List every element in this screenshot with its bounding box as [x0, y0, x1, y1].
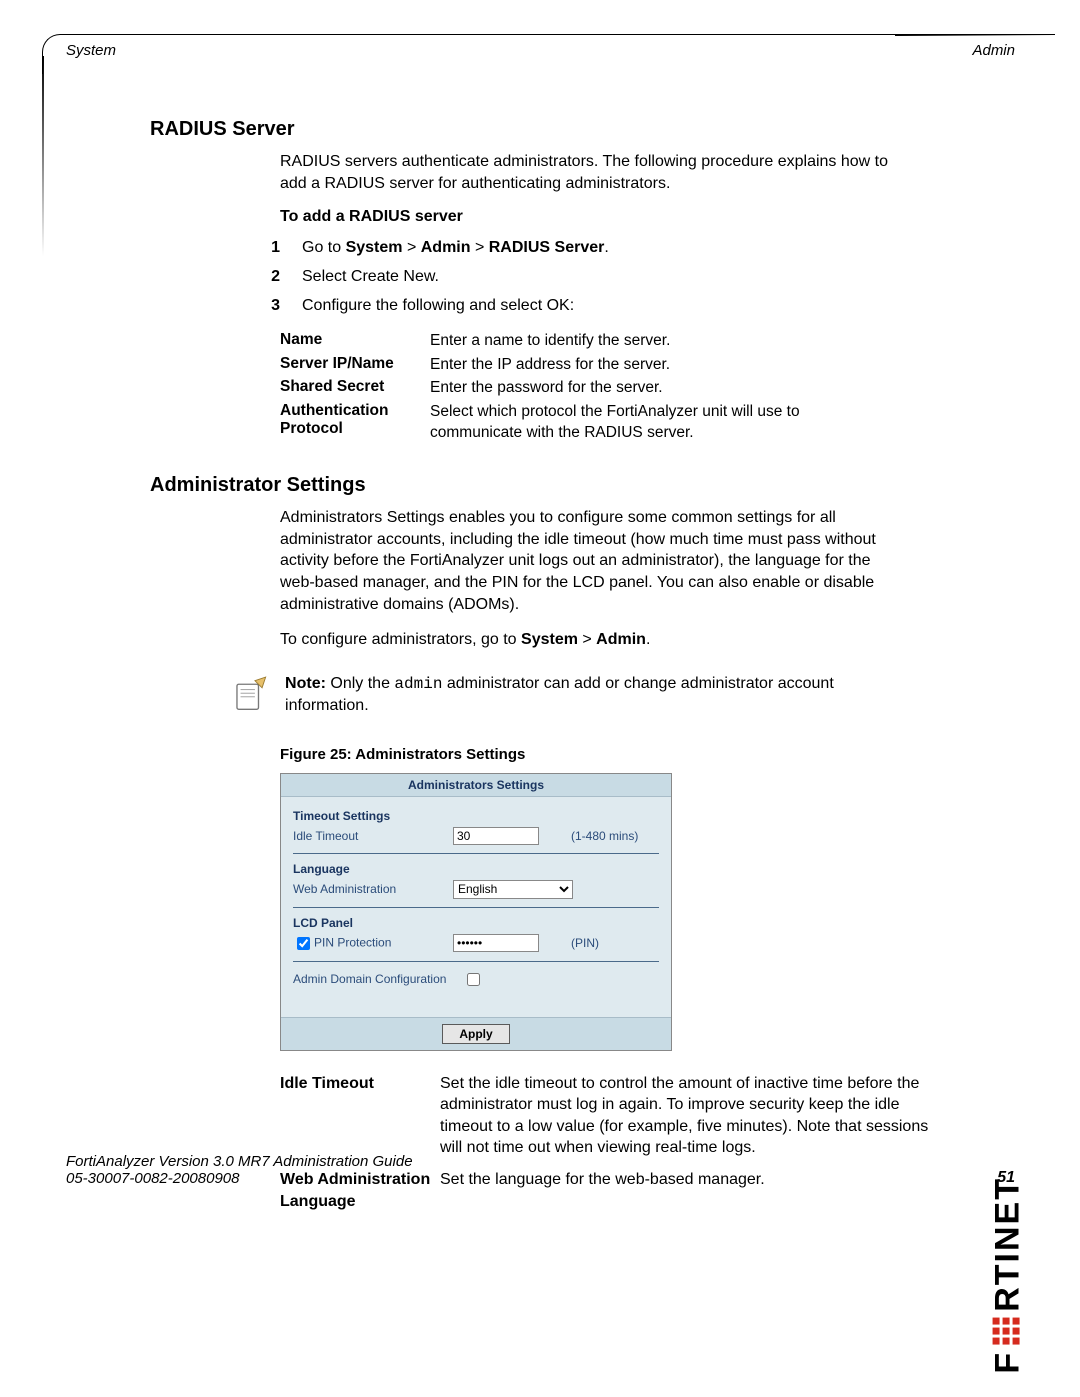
note-pre: Only the: [326, 675, 394, 692]
def-label: Name: [280, 331, 430, 352]
step-1-post: .: [604, 239, 608, 256]
step-1-pre: Go to: [302, 239, 346, 256]
note-text: Note: Only the admin administrator can a…: [285, 673, 908, 718]
step-number: 1: [260, 236, 280, 261]
def-label: Authentication Protocol: [280, 402, 430, 444]
divider: [293, 961, 659, 962]
web-admin-language-select[interactable]: English: [453, 880, 573, 899]
note-code: admin: [394, 675, 442, 693]
post-def-desc: Set the idle timeout to control the amou…: [440, 1073, 940, 1159]
admin-settings-para2: To configure administrators, go to Syste…: [280, 629, 900, 651]
def-row: Server IP/Name Enter the IP address for …: [280, 355, 890, 376]
left-rule-fade: [42, 56, 44, 256]
step-2: 2 Select Create New.: [260, 265, 930, 290]
timeout-section-label: Timeout Settings: [293, 809, 659, 823]
def-row: Name Enter a name to identify the server…: [280, 331, 890, 352]
radius-heading: RADIUS Server: [150, 118, 930, 141]
language-section-label: Language: [293, 862, 659, 876]
note-prefix: Note:: [285, 675, 326, 692]
brand-post: RTINET: [989, 1177, 1028, 1312]
screenshot-footer: Apply: [281, 1017, 671, 1050]
header-right: Admin: [972, 42, 1015, 59]
pin-protection-checkbox[interactable]: [297, 937, 310, 950]
screenshot-title: Administrators Settings: [281, 774, 671, 797]
fortinet-grid-icon: [993, 1318, 1020, 1345]
def-label: Shared Secret: [280, 378, 430, 399]
post-def-label: Idle Timeout: [280, 1073, 440, 1159]
idle-timeout-row: Idle Timeout (1-480 mins): [293, 827, 659, 845]
pin-protection-label: PIN Protection: [293, 934, 453, 953]
admin-p2-bold1: System: [521, 631, 578, 648]
divider: [293, 907, 659, 908]
radius-definitions: Name Enter a name to identify the server…: [280, 331, 890, 445]
def-label: Server IP/Name: [280, 355, 430, 376]
fortinet-logo: F RTINET: [989, 1177, 1028, 1374]
admin-settings-para1: Administrators Settings enables you to c…: [280, 507, 900, 615]
idle-timeout-hint: (1-480 mins): [571, 829, 638, 843]
screenshot-body: Timeout Settings Idle Timeout (1-480 min…: [281, 797, 671, 1017]
post-defs: Idle Timeout Set the idle timeout to con…: [280, 1073, 940, 1213]
adom-label: Admin Domain Configuration: [293, 972, 463, 986]
header-rule: [42, 34, 1055, 74]
pin-protection-row: PIN Protection (PIN): [293, 934, 659, 953]
admin-p2-bold2: Admin: [596, 631, 646, 648]
radius-intro: RADIUS servers authenticate administrato…: [280, 151, 900, 194]
brand-pre: F: [989, 1351, 1028, 1374]
web-admin-label: Web Administration: [293, 882, 453, 896]
idle-timeout-input[interactable]: [453, 827, 539, 845]
step-text: Select Create New.: [302, 265, 930, 290]
radius-steps: 1 Go to System > Admin > RADIUS Server. …: [260, 236, 930, 318]
def-row: Authentication Protocol Select which pro…: [280, 402, 890, 444]
admin-settings-heading: Administrator Settings: [150, 474, 930, 497]
divider: [293, 853, 659, 854]
admin-p2-sep: >: [578, 631, 596, 648]
page-number: 51: [997, 1169, 1015, 1187]
header-left: System: [66, 42, 116, 59]
pin-protection-text: PIN Protection: [314, 935, 391, 949]
step-number: 2: [260, 265, 280, 290]
admin-p2-post: .: [646, 631, 650, 648]
step-1-path-1: Admin: [421, 239, 471, 256]
header-rule-fade: [895, 34, 1055, 36]
def-desc: Enter a name to identify the server.: [430, 331, 890, 352]
step-1: 1 Go to System > Admin > RADIUS Server.: [260, 236, 930, 261]
adom-checkbox[interactable]: [467, 973, 480, 986]
def-row: Shared Secret Enter the password for the…: [280, 378, 890, 399]
page-content: RADIUS Server RADIUS servers authenticat…: [150, 100, 930, 1222]
def-desc: Enter the IP address for the server.: [430, 355, 890, 376]
step-1-path-0: System: [346, 239, 403, 256]
note-icon: [228, 673, 271, 717]
note-block: Note: Only the admin administrator can a…: [228, 673, 908, 718]
web-admin-row: Web Administration English: [293, 880, 659, 899]
step-1-path-2: RADIUS Server: [489, 239, 605, 256]
lcd-section-label: LCD Panel: [293, 916, 659, 930]
footer: FortiAnalyzer Version 3.0 MR7 Administra…: [66, 1153, 1015, 1187]
radius-subheading: To add a RADIUS server: [280, 208, 900, 226]
pin-input[interactable]: [453, 934, 539, 952]
admin-p2-pre: To configure administrators, go to: [280, 631, 521, 648]
step-number: 3: [260, 294, 280, 319]
step-text: Configure the following and select OK:: [302, 294, 930, 319]
def-desc: Select which protocol the FortiAnalyzer …: [430, 402, 890, 444]
step-text: Go to System > Admin > RADIUS Server.: [302, 236, 930, 261]
post-def-row: Idle Timeout Set the idle timeout to con…: [280, 1073, 940, 1159]
def-desc: Enter the password for the server.: [430, 378, 890, 399]
figure-caption: Figure 25: Administrators Settings: [280, 746, 930, 763]
footer-title: FortiAnalyzer Version 3.0 MR7 Administra…: [66, 1153, 1015, 1170]
page: System Admin RADIUS Server RADIUS server…: [0, 0, 1080, 1397]
idle-timeout-label: Idle Timeout: [293, 829, 453, 843]
apply-button[interactable]: Apply: [442, 1024, 509, 1044]
adom-row: Admin Domain Configuration: [293, 970, 659, 989]
admin-settings-screenshot: Administrators Settings Timeout Settings…: [280, 773, 672, 1051]
pin-hint: (PIN): [571, 936, 599, 950]
footer-code: 05-30007-0082-20080908: [66, 1170, 1015, 1187]
step-3: 3 Configure the following and select OK:: [260, 294, 930, 319]
